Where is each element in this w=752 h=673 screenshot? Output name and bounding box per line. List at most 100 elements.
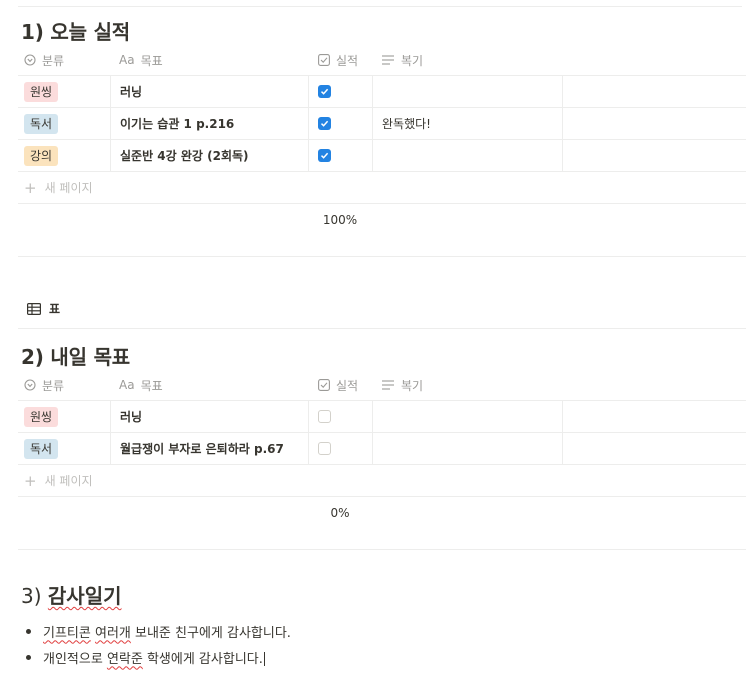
- cell-goal[interactable]: 실준반 4강 완강 (2회독): [110, 140, 308, 171]
- cell-goal[interactable]: 이기는 습관 1 p.216: [110, 108, 308, 139]
- header-label: 실적: [336, 378, 359, 393]
- bullet-text: 기프티콘 여러개 보내준 친구에게 감사합니다.: [43, 622, 291, 641]
- header-label: 목표: [140, 378, 163, 393]
- bullet-text: 개인적으로 연락준 학생에게 감사합니다.: [43, 648, 265, 667]
- text-part: 학생에게 감사합니다.: [142, 651, 263, 667]
- cell-review[interactable]: [372, 401, 562, 432]
- checkbox-checked[interactable]: [318, 85, 331, 98]
- category-tag: 원씽: [24, 406, 59, 427]
- text-part: 개인적으로: [43, 651, 107, 667]
- cell-category[interactable]: 원씽: [18, 401, 110, 432]
- bullet-item[interactable]: 기프티콘 여러개 보내준 친구에게 감사합니다.: [26, 618, 291, 644]
- new-page-button[interactable]: + 새 페이지: [18, 465, 746, 497]
- category-tag: 독서: [24, 438, 59, 459]
- text-lines-icon: [381, 54, 395, 66]
- category-tag: 원씽: [24, 81, 59, 102]
- notion-page: 1) 오늘 실적 분류 Aa 목표 실적 복기 원씽 러닝 독서 이기는 습관 1 p.216 완…: [0, 0, 752, 673]
- bullet-dot: [26, 628, 31, 634]
- cell-category[interactable]: 강의: [18, 140, 110, 171]
- heading-prefix: 3): [21, 584, 48, 608]
- heading-text: 감사일기: [47, 584, 122, 608]
- header-label: 분류: [42, 378, 65, 393]
- cell-category[interactable]: 독서: [18, 433, 110, 464]
- select-icon: [24, 54, 36, 66]
- table-icon: [27, 302, 41, 315]
- cell-done[interactable]: [308, 140, 372, 171]
- cell-done[interactable]: [308, 108, 372, 139]
- checkbox-unchecked[interactable]: [318, 442, 331, 455]
- cell-empty: [562, 401, 747, 432]
- cell-goal[interactable]: 월급쟁이 부자로 은퇴하라 p.67: [110, 433, 308, 464]
- header-category[interactable]: 분류: [24, 370, 64, 400]
- header-done[interactable]: 실적: [318, 370, 358, 400]
- select-icon: [24, 379, 36, 391]
- header-review[interactable]: 복기: [381, 45, 423, 75]
- heading-gratitude[interactable]: 3) 감사일기: [21, 580, 122, 609]
- calculation-row: 0%: [18, 497, 746, 550]
- cell-done[interactable]: [308, 401, 372, 432]
- cell-done[interactable]: [308, 433, 372, 464]
- text-type-icon: Aa: [119, 378, 135, 392]
- cell-review[interactable]: [372, 140, 562, 171]
- category-tag: 강의: [24, 145, 59, 166]
- table-header: 분류 Aa 목표 실적 복기: [18, 45, 746, 76]
- cell-empty: [562, 76, 747, 107]
- spellcheck-word: 여러개: [94, 625, 131, 641]
- header-label: 복기: [401, 53, 424, 68]
- header-done[interactable]: 실적: [318, 45, 358, 75]
- text-part: 보내준 친구에게 감사합니다.: [130, 625, 291, 641]
- view-tab-table[interactable]: 표: [27, 300, 60, 317]
- table-header: 분류 Aa 목표 실적 복기: [18, 370, 746, 401]
- divider: [18, 328, 746, 329]
- cell-done[interactable]: [308, 76, 372, 107]
- spellcheck-word: 연락준: [106, 651, 143, 667]
- header-label: 복기: [401, 378, 424, 393]
- calculation-value[interactable]: 100%: [308, 213, 372, 227]
- new-page-label: 새 페이지: [44, 474, 93, 488]
- cell-goal[interactable]: 러닝: [110, 76, 308, 107]
- table-row: 원씽 러닝: [18, 76, 746, 108]
- view-tab-label: 표: [49, 302, 61, 316]
- header-label: 실적: [336, 53, 359, 68]
- header-goal[interactable]: Aa 목표: [119, 45, 163, 75]
- calculation-row: 100%: [18, 204, 746, 257]
- checkbox-unchecked[interactable]: [318, 410, 331, 423]
- bullet-dot: [26, 654, 31, 660]
- cell-category[interactable]: 원씽: [18, 76, 110, 107]
- header-label: 분류: [42, 53, 65, 68]
- cell-review[interactable]: [372, 76, 562, 107]
- checkbox-checked[interactable]: [318, 149, 331, 162]
- cell-empty: [562, 108, 747, 139]
- header-label: 목표: [140, 53, 163, 68]
- table-title-tomorrow[interactable]: 2) 내일 목표: [21, 341, 130, 370]
- checkbox-icon: [318, 54, 330, 66]
- table-title-today[interactable]: 1) 오늘 실적: [21, 16, 130, 45]
- text-cursor: [263, 652, 265, 666]
- cell-review[interactable]: [372, 433, 562, 464]
- plus-icon: +: [24, 178, 37, 197]
- cell-empty: [562, 140, 747, 171]
- text-lines-icon: [381, 379, 395, 391]
- checkbox-checked[interactable]: [318, 117, 331, 130]
- cell-category[interactable]: 독서: [18, 108, 110, 139]
- table-row: 독서 이기는 습관 1 p.216 완독했다!: [18, 108, 746, 140]
- header-goal[interactable]: Aa 목표: [119, 370, 163, 400]
- table-row: 독서 월급쟁이 부자로 은퇴하라 p.67: [18, 433, 746, 465]
- bullet-item[interactable]: 개인적으로 연락준 학생에게 감사합니다.: [26, 644, 291, 670]
- divider: [18, 6, 742, 7]
- table-today: 분류 Aa 목표 실적 복기원씽 러닝독서 이기는 습관 1 p.216 완독했다! 강의 실준반…: [18, 45, 746, 257]
- table-tomorrow: 분류 Aa 목표 실적 복기원씽 러닝독서 월급쟁이 부자로 은퇴하라 p.67 + 새 페이지…: [18, 370, 746, 550]
- cell-empty: [562, 433, 747, 464]
- calculation-value[interactable]: 0%: [308, 506, 372, 520]
- header-review[interactable]: 복기: [381, 370, 423, 400]
- checkbox-icon: [318, 379, 330, 391]
- plus-icon: +: [24, 471, 37, 490]
- header-category[interactable]: 분류: [24, 45, 64, 75]
- cell-review[interactable]: 완독했다!: [372, 108, 562, 139]
- category-tag: 독서: [24, 113, 59, 134]
- cell-goal[interactable]: 러닝: [110, 401, 308, 432]
- new-page-button[interactable]: + 새 페이지: [18, 172, 746, 204]
- table-row: 강의 실준반 4강 완강 (2회독): [18, 140, 746, 172]
- table-row: 원씽 러닝: [18, 401, 746, 433]
- spellcheck-word: 기프티콘: [43, 625, 91, 641]
